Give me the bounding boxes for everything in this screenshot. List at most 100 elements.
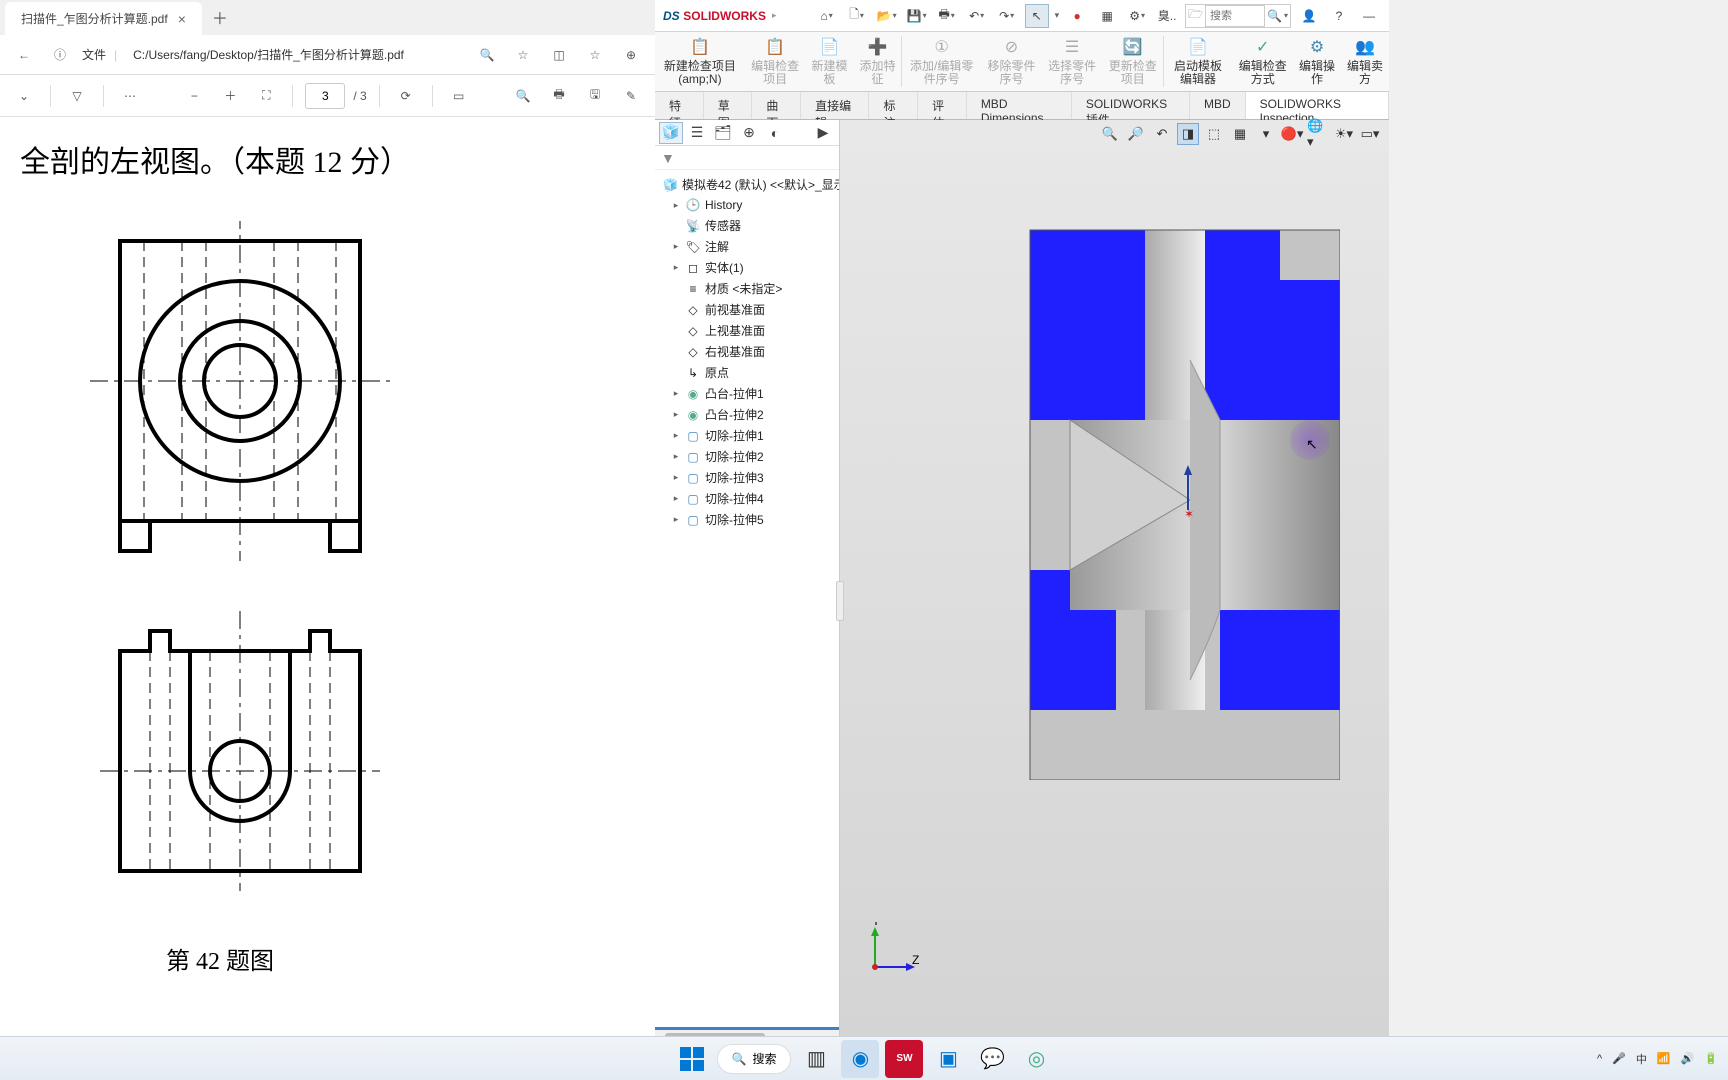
tab-evaluate[interactable]: 评估 [918, 92, 967, 119]
redo-icon[interactable]: ↷ [995, 4, 1019, 28]
svg-text:Z: Z [912, 953, 919, 967]
save-icon[interactable]: 🖫 [581, 82, 609, 110]
taskbar-app-solidworks[interactable]: SW [885, 1040, 923, 1078]
start-button[interactable] [673, 1040, 711, 1078]
tray-ime[interactable]: 中 [1636, 1051, 1647, 1067]
display-style-icon[interactable]: ▦ [1229, 123, 1251, 145]
new-file-icon[interactable]: 🗋 [845, 4, 869, 28]
zoom-out-button[interactable]: − [180, 82, 208, 110]
pdf-toolbar: ⌄ ▽ ⋯ − ＋ ⛶ / 3 ⟳ ▭ 🔍 🖶 🖫 ✎ [0, 75, 655, 117]
home-icon[interactable]: ⌂ [815, 4, 839, 28]
taskbar-app-media[interactable]: ▣ [929, 1040, 967, 1078]
taskbar-app-chat[interactable]: 💬 [973, 1040, 1011, 1078]
profile-icon[interactable]: 👤 [1297, 4, 1321, 28]
tray-hidden-icons[interactable]: ^ [1597, 1053, 1602, 1065]
save-icon[interactable]: 💾 [905, 4, 929, 28]
tray-volume-icon[interactable]: 🔊 [1681, 1052, 1695, 1065]
tab-mbd-dimensions[interactable]: MBD Dimensions [967, 92, 1072, 119]
select-tool[interactable]: ↖ [1025, 4, 1049, 28]
rebuild-icon[interactable]: ● [1065, 4, 1089, 28]
separator: | [114, 48, 117, 62]
view-settings-icon[interactable]: ☀▾ [1333, 123, 1355, 145]
file-path: C:/Users/fang/Desktop/扫描件_乍图分析计算题.pdf [125, 42, 465, 67]
taskbar-search[interactable]: 🔍 搜索 [717, 1044, 792, 1074]
user-icon[interactable]: 臭.. [1155, 4, 1179, 28]
new-tab-button[interactable]: ＋ [202, 0, 238, 35]
overflow-icon[interactable]: ⋯ [116, 82, 144, 110]
open-file-icon[interactable]: 📂 [875, 4, 899, 28]
view-orientation-icon[interactable]: ⬚ [1203, 123, 1225, 145]
sw-graphics-viewport[interactable]: 🔍 🔎 ↶ ◨ ⬚ ▦ ▾ 🔴▾ 🌐▾ ☀▾ ▭▾ [840, 120, 1389, 1042]
pdf-tab-active[interactable]: 扫描件_乍图分析计算题.pdf × [5, 2, 202, 35]
close-icon[interactable]: × [178, 11, 186, 27]
page-view-icon[interactable]: ▭ [445, 82, 473, 110]
orientation-triad[interactable]: Y Z [860, 922, 920, 982]
ribbon-edit-vendor[interactable]: 👥编辑卖方 [1341, 32, 1389, 91]
tray-mic-icon[interactable]: 🎤 [1612, 1052, 1626, 1065]
tree-annotation: ▸🏷注解 [655, 236, 839, 257]
help-icon[interactable]: ? [1327, 4, 1351, 28]
tab-direct-edit[interactable]: 直接编辑 [801, 92, 869, 119]
previous-view-icon[interactable]: ↶ [1151, 123, 1173, 145]
expand-right-icon[interactable]: ▶ [811, 122, 835, 144]
favorite-icon[interactable]: ☆ [509, 41, 537, 69]
search-input[interactable] [1205, 5, 1265, 27]
ribbon-edit-check-mode[interactable]: ✓编辑检查方式 [1232, 32, 1293, 91]
tab-inspection[interactable]: SOLIDWORKS Inspection [1246, 92, 1389, 119]
render-icon[interactable]: ▭▾ [1359, 123, 1381, 145]
ribbon-launch-template-editor[interactable]: 📄启动模板编辑器 [1164, 32, 1233, 91]
more-icon[interactable]: ⊕ [617, 41, 645, 69]
options-icon[interactable]: ▦ [1095, 4, 1119, 28]
hide-show-icon[interactable]: ▾ [1255, 123, 1277, 145]
tray-battery-icon[interactable]: 🔋 [1704, 1052, 1718, 1065]
zoom-in-button[interactable]: ＋ [216, 82, 244, 110]
ribbon-edit-operation[interactable]: ⚙编辑操作 [1293, 32, 1341, 91]
tree-filter[interactable]: ▼ [655, 146, 839, 170]
fit-page-icon[interactable]: ⛶ [252, 82, 280, 110]
taskbar-app-explorer[interactable]: ▥ [797, 1040, 835, 1078]
share-icon[interactable]: ☆ [581, 41, 609, 69]
page-input[interactable] [305, 83, 345, 109]
tab-mbd[interactable]: MBD [1190, 92, 1246, 119]
solidworks-window: DS SOLIDWORKS ▸ ⌂ 🗋 📂 💾 🖶 ↶ ↷ ↖ ▾ ● ▦ ⚙ … [655, 0, 1389, 1080]
zoom-area-icon[interactable]: 🔎 [1125, 123, 1147, 145]
edit-icon[interactable]: ✎ [617, 82, 645, 110]
print-icon[interactable]: 🖶 [545, 82, 573, 110]
tab-annotate[interactable]: 标注 [869, 92, 918, 119]
settings-icon[interactable]: ⚙ [1125, 4, 1149, 28]
tree-front-plane: ◇前视基准面 [655, 299, 839, 320]
engineering-drawing: 第 42 题图 [90, 221, 635, 976]
feature-manager-tab[interactable]: 🧊 [659, 122, 683, 144]
property-manager-tab[interactable]: ☰ [685, 122, 709, 144]
highlight-tool[interactable]: ▽ [63, 82, 91, 110]
tab-surface[interactable]: 曲面 [752, 92, 801, 119]
search-icon[interactable]: 🔍 [1267, 9, 1282, 23]
display-tab[interactable]: ◐ [763, 122, 787, 144]
taskbar-app-edge[interactable]: ◉ [841, 1040, 879, 1078]
taskbar-app-camera[interactable]: ◎ [1017, 1040, 1055, 1078]
feature-tree[interactable]: 🧊模拟卷42 (默认) <<默认>_显示 ▸🕒History 📡传感器 ▸🏷注解… [655, 170, 839, 1030]
undo-icon[interactable]: ↶ [965, 4, 989, 28]
dimxpert-tab[interactable]: ⊕ [737, 122, 761, 144]
split-icon[interactable]: ◫ [545, 41, 573, 69]
zoom-fit-icon[interactable]: 🔍 [1099, 123, 1121, 145]
minimize-icon[interactable]: — [1357, 4, 1381, 28]
edit-appearance-icon[interactable]: 🔴▾ [1281, 123, 1303, 145]
tree-solid: ▸◻实体(1) [655, 257, 839, 278]
info-icon[interactable]: ⓘ [46, 41, 74, 69]
tree-collapse-handle[interactable] [836, 581, 844, 621]
configuration-tab[interactable]: 🗂 [711, 122, 735, 144]
apply-scene-icon[interactable]: 🌐▾ [1307, 123, 1329, 145]
zoom-icon[interactable]: 🔍 [473, 41, 501, 69]
search-icon[interactable]: 🔍 [509, 82, 537, 110]
rotate-icon[interactable]: ⟳ [392, 82, 420, 110]
print-icon[interactable]: 🖶 [935, 4, 959, 28]
tab-plugins[interactable]: SOLIDWORKS 插件 [1072, 92, 1190, 119]
chevron-down-icon[interactable]: ⌄ [10, 82, 38, 110]
tab-feature[interactable]: 特征 [655, 92, 704, 119]
tray-wifi-icon[interactable]: 📶 [1657, 1052, 1671, 1065]
ribbon-new-check-item[interactable]: 📋新建检查项目(amp;N) [655, 32, 745, 91]
tab-sketch[interactable]: 草图 [704, 92, 753, 119]
section-view-icon[interactable]: ◨ [1177, 123, 1199, 145]
back-button[interactable]: ← [10, 41, 38, 69]
